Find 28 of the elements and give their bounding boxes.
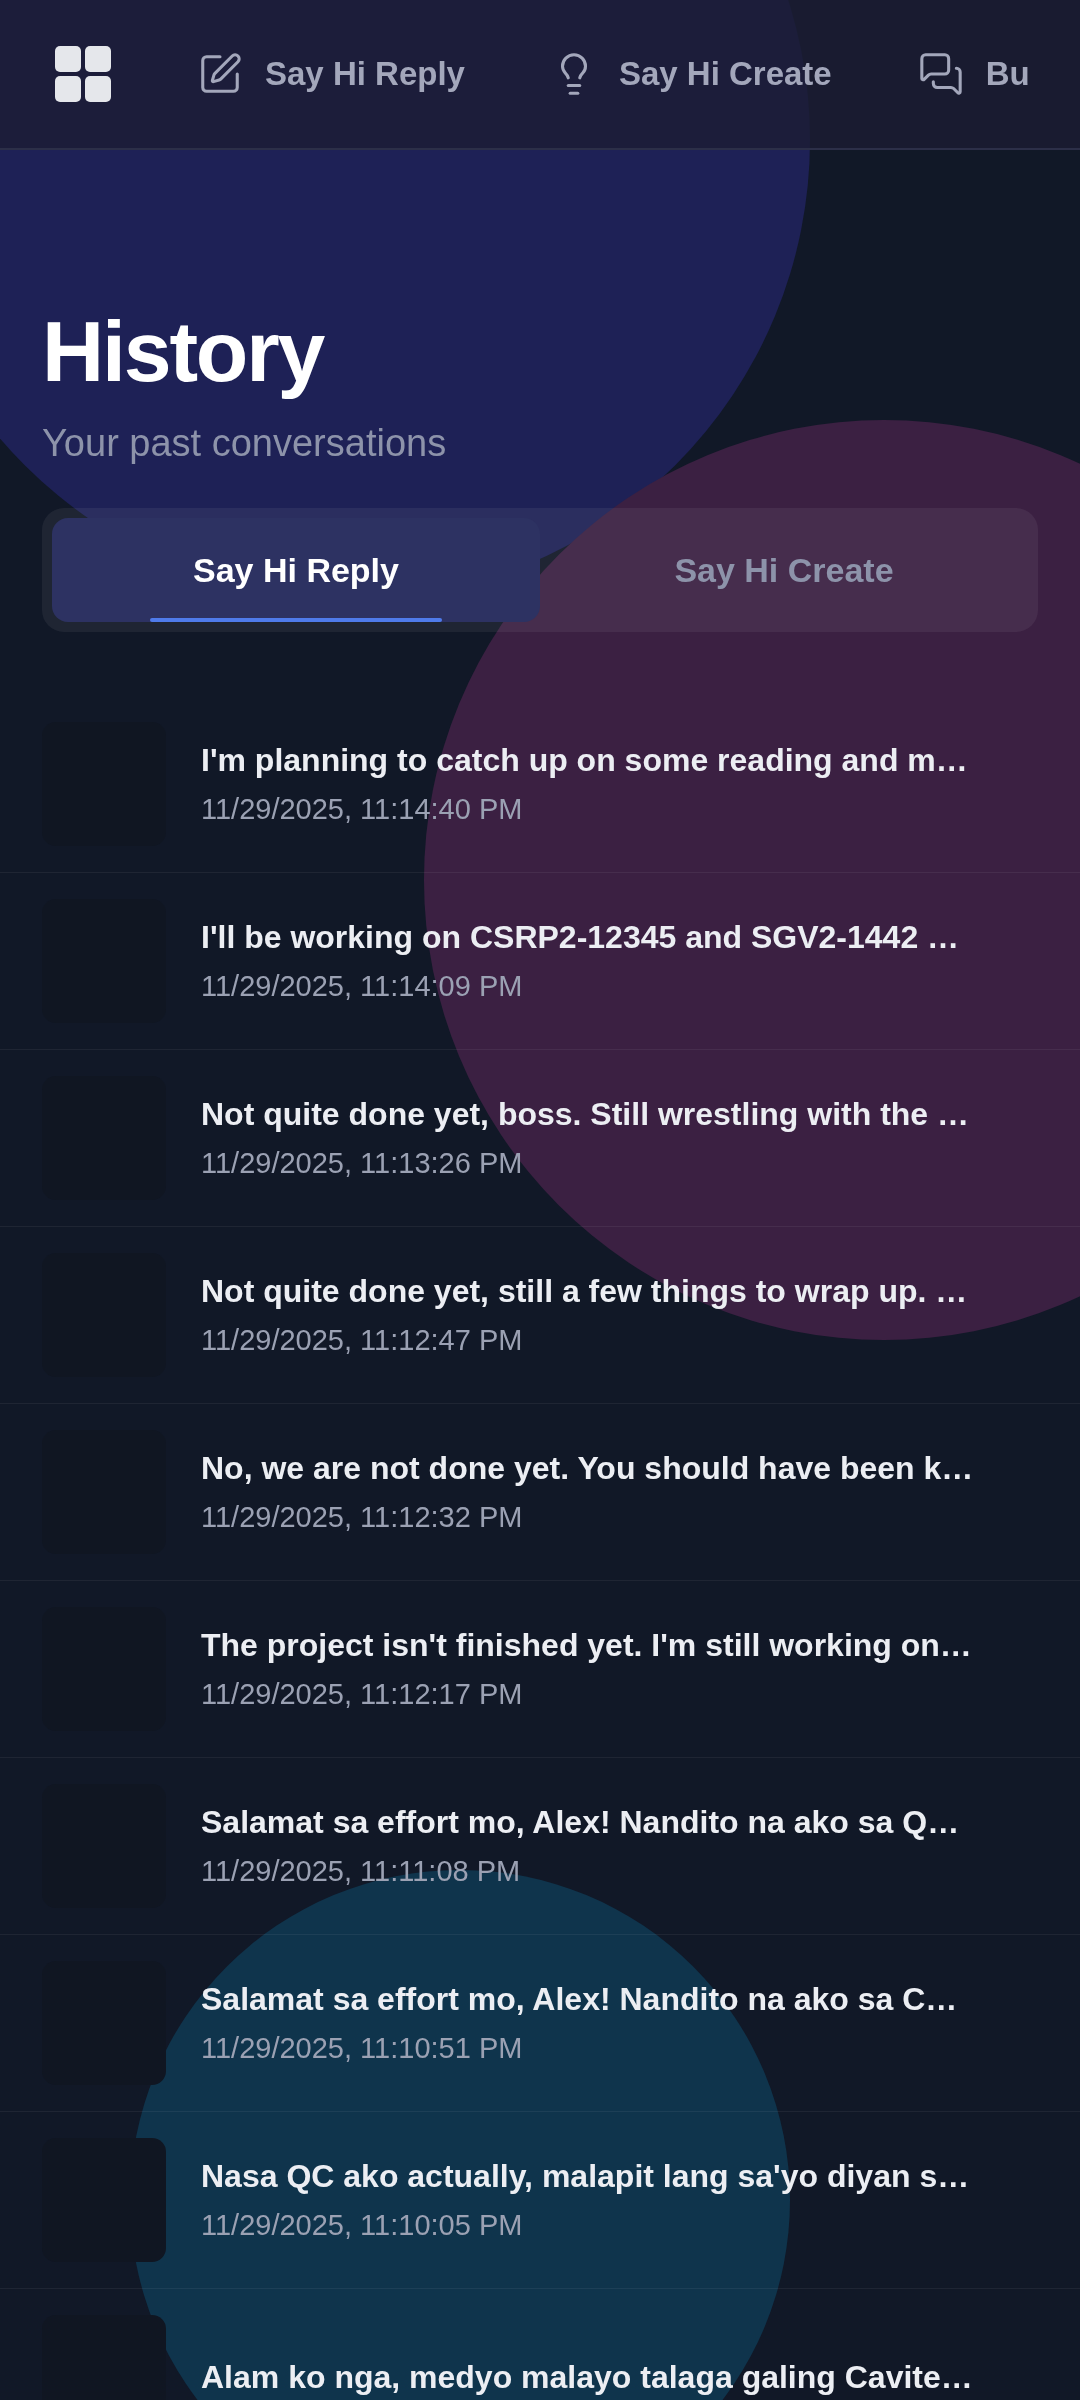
conversation-timestamp: 11/29/2025, 11:11:08 PM	[201, 1854, 522, 1890]
conversation-timestamp: 11/29/2025, 11:14:09 PM	[201, 969, 524, 1005]
grid-menu-icon[interactable]	[55, 46, 111, 102]
conversation-title[interactable]: The project isn't finished yet. I'm still working on…	[201, 1621, 972, 1670]
conversation-title[interactable]: Alam ko nga, medyo malayo talaga galing Cavite…	[201, 2353, 973, 2400]
page-subtitle: Your past conversations	[42, 421, 448, 467]
tab[interactable]: Say Hi Reply	[52, 518, 540, 623]
conversation-timestamp: 11/29/2025, 11:14:40 PM	[201, 792, 524, 828]
conversation-timestamp: 11/29/2025, 11:12:47 PM	[201, 1323, 524, 1359]
conversation-title[interactable]: I'll be working on CSRP2-12345 and SGV2-1442 …	[201, 913, 960, 962]
conversation-title[interactable]: Salamat sa effort mo, Alex! Nandito na ako sa C…	[201, 1975, 958, 2024]
conversation-timestamp: 11/29/2025, 11:10:51 PM	[201, 2031, 524, 2067]
tab[interactable]: Say Hi Create	[540, 518, 1028, 623]
nav-link[interactable]: Bu	[985, 49, 1030, 99]
conversation-title[interactable]: Nasa QC ako actually, malapit lang sa'yo diyan s…	[201, 2152, 970, 2201]
conversation-timestamp: 11/29/2025, 11:12:32 PM	[201, 1500, 524, 1536]
nav-link[interactable]: Say Hi Reply	[265, 49, 465, 99]
conversation-title[interactable]: No, we are not done yet. You should have been k…	[201, 1444, 974, 1493]
conversation-title[interactable]: I'm planning to catch up on some reading and m…	[201, 736, 968, 785]
conversation-timestamp: 11/29/2025, 11:10:05 PM	[201, 2208, 524, 2244]
conversation-title[interactable]: Not quite done yet, boss. Still wrestling with the …	[201, 1090, 970, 1139]
conversation-title[interactable]: Salamat sa effort mo, Alex! Nandito na ako sa Q…	[201, 1798, 960, 1847]
page-title: History	[42, 302, 324, 401]
conversation-timestamp: 11/29/2025, 11:13:26 PM	[201, 1146, 524, 1182]
chat-bubbles-icon	[917, 51, 964, 97]
nav-link[interactable]: Say Hi Create	[618, 49, 832, 99]
conversation-timestamp: 11/29/2025, 11:12:17 PM	[201, 1677, 524, 1713]
conversation-title[interactable]: Not quite done yet, still a few things to wrap up. …	[201, 1267, 968, 1316]
